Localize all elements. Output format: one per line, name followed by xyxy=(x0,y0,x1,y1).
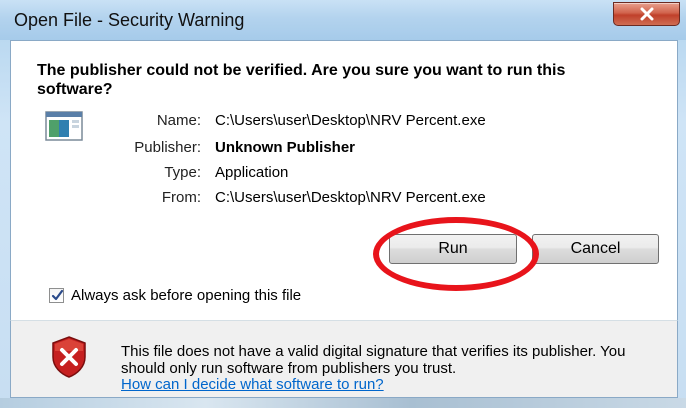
title-bar[interactable]: Open File - Security Warning xyxy=(0,0,686,40)
red-annotation-circle xyxy=(373,217,539,291)
help-link[interactable]: How can I decide what software to run? xyxy=(121,376,384,393)
file-info-value: C:\Users\user\Desktop\NRV Percent.exe xyxy=(215,189,486,206)
file-info-label: Type: xyxy=(164,164,201,181)
checkbox-label[interactable]: Always ask before opening this file xyxy=(71,287,301,304)
close-icon xyxy=(640,7,653,21)
file-info-value: Application xyxy=(215,164,289,181)
red-x-shield-icon xyxy=(52,336,86,378)
file-info-label: From: xyxy=(161,189,201,206)
dialog-window: Open File - Security Warning The publish… xyxy=(0,0,686,408)
file-info-label: Publisher: xyxy=(134,139,201,156)
window-title: Open File - Security Warning xyxy=(14,10,245,30)
dialog-body: The publisher could not be verified. Are… xyxy=(10,40,678,322)
file-info-value: C:\Users\user\Desktop\NRV Percent.exe xyxy=(215,112,486,129)
taskbar-strip xyxy=(0,398,686,408)
application-file-icon xyxy=(45,111,83,141)
warning-headline: The publisher could not be verified. Are… xyxy=(37,62,566,98)
signature-warning-text: This file does not have a valid digital … xyxy=(121,343,626,377)
cancel-button[interactable]: Cancel xyxy=(532,234,659,264)
footer-panel: This file does not have a valid digital … xyxy=(10,320,678,398)
file-info-label: Name: xyxy=(156,112,201,129)
always-ask-checkbox[interactable] xyxy=(49,288,64,303)
close-button[interactable] xyxy=(613,2,680,26)
checkmark-icon xyxy=(51,289,64,301)
file-info-value: Unknown Publisher xyxy=(215,139,356,156)
